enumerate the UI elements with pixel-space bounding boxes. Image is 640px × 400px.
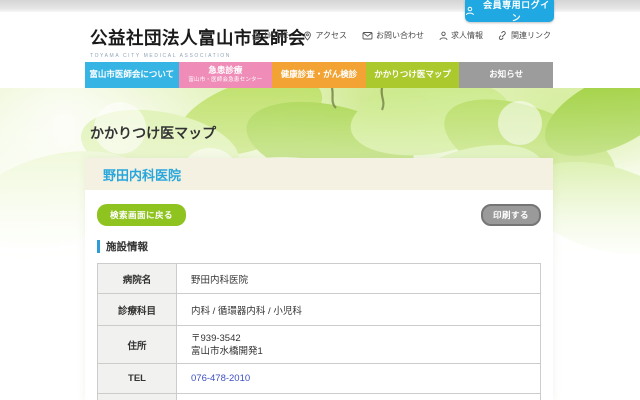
main-nav: 富山市医師会について 急患診療 富山市・医師会急患センター 健康診査・がん検診 … (85, 62, 553, 88)
facility-info-section-header: 施設情報 (97, 239, 541, 254)
home-icon (251, 31, 261, 41)
action-button-row: 検索画面に戻る 印刷する (97, 204, 541, 226)
member-login-label: 会員専用ログイン (479, 0, 554, 24)
map-pin-icon (303, 31, 312, 41)
mail-icon (362, 31, 373, 40)
nav-label: お問い合わせ (376, 30, 424, 41)
nav-item-home[interactable]: HOME (251, 31, 288, 41)
site-subtitle: TOYAMA CITY MEDICAL ASSOCIATION (90, 53, 306, 59)
row-value: 〒939-3542 富山市水橋開発1 (177, 326, 541, 364)
member-login-button[interactable]: 会員専用ログイン (465, 0, 554, 22)
row-value: 野田内科医院 (177, 264, 541, 294)
section-accent-bar (97, 240, 100, 253)
member-person-icon (465, 6, 475, 16)
nav-label: HOME (264, 31, 288, 40)
tab-sublabel: 富山市・医師会急患センター (188, 77, 262, 83)
tab-emergency[interactable]: 急患診療 富山市・医師会急患センター (179, 62, 273, 88)
tel-link[interactable]: 076-478-2010 (191, 373, 250, 384)
nav-label: 関連リンク (511, 30, 551, 41)
table-row: FAX 076-478-2928 (98, 394, 541, 400)
row-label: 病院名 (98, 264, 177, 294)
nav-item-links[interactable]: 関連リンク (498, 30, 551, 41)
facility-info-table: 病院名 野田内科医院 診療科目 内科 / 循環器内科 / 小児科 住所 〒939… (97, 263, 541, 400)
back-to-search-button[interactable]: 検索画面に戻る (97, 204, 186, 226)
utility-nav: HOME アクセス お問い合わせ 求人情報 (251, 30, 551, 41)
table-row: TEL 076-478-2010 (98, 364, 541, 394)
tab-label: かかりつけ医マップ (374, 70, 451, 80)
tab-doctor-map[interactable]: かかりつけ医マップ (366, 62, 460, 88)
nav-item-jobs[interactable]: 求人情報 (439, 30, 483, 41)
tab-news[interactable]: お知らせ (459, 62, 553, 88)
row-label: 住所 (98, 326, 177, 364)
row-label: 診療科目 (98, 294, 177, 326)
tab-label: 健康診査・がん検診 (281, 70, 358, 80)
table-row: 住所 〒939-3542 富山市水橋開発1 (98, 326, 541, 364)
row-label: TEL (98, 364, 177, 394)
nav-item-contact[interactable]: お問い合わせ (362, 30, 424, 41)
section-title: 施設情報 (106, 239, 148, 254)
person-icon (439, 31, 448, 41)
table-row: 病院名 野田内科医院 (98, 264, 541, 294)
nav-label: 求人情報 (451, 30, 483, 41)
tab-label: 富山市医師会について (89, 70, 174, 80)
row-label: FAX (98, 394, 177, 400)
tab-label: お知らせ (489, 70, 523, 80)
link-icon (498, 31, 508, 41)
tab-about[interactable]: 富山市医師会について (85, 62, 179, 88)
tab-checkup[interactable]: 健康診査・がん検診 (272, 62, 366, 88)
content-panel: 野田内科医院 検索画面に戻る 印刷する 施設情報 病院名 野田内科医院 診療科目… (85, 158, 553, 400)
nav-label: アクセス (315, 30, 347, 41)
tab-label: 急患診療 (208, 66, 242, 76)
nav-item-access[interactable]: アクセス (303, 30, 347, 41)
facility-name-heading: 野田内科医院 (85, 158, 553, 190)
print-button[interactable]: 印刷する (481, 204, 541, 226)
page: 会員専用ログイン 公益社団法人富山市医師会 TOYAMA CITY MEDICA… (0, 0, 640, 400)
row-value: 076-478-2928 (177, 394, 541, 400)
row-value: 内科 / 循環器内科 / 小児科 (177, 294, 541, 326)
row-value: 076-478-2010 (177, 364, 541, 394)
table-row: 診療科目 内科 / 循環器内科 / 小児科 (98, 294, 541, 326)
page-title: かかりつけ医マップ (90, 123, 216, 143)
